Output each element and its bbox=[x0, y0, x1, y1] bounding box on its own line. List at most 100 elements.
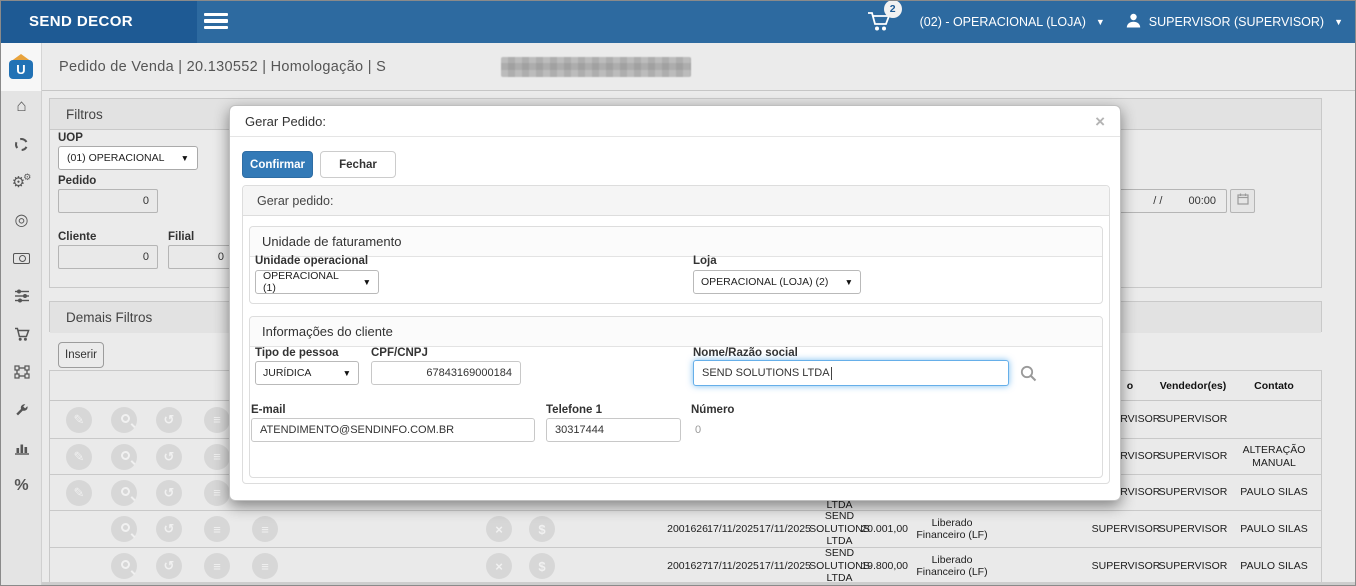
search-icon[interactable] bbox=[111, 516, 137, 542]
menu-icon[interactable]: ≡ bbox=[204, 553, 230, 579]
pencil-icon[interactable]: ✎ bbox=[66, 480, 92, 506]
history-icon[interactable]: ↺ bbox=[156, 407, 182, 433]
menu-icon[interactable]: ≡ bbox=[204, 407, 230, 433]
search-icon[interactable] bbox=[111, 480, 137, 506]
text-cursor bbox=[831, 367, 832, 380]
wrench-icon[interactable] bbox=[1, 398, 42, 422]
menu-icon[interactable]: ≡ bbox=[252, 516, 278, 542]
nome-razao-social-label: Nome/Razão social bbox=[693, 347, 798, 359]
email-input[interactable]: ATENDIMENTO@SENDINFO.COM.BR bbox=[251, 418, 535, 442]
chevron-down-icon: ▼ bbox=[333, 368, 351, 378]
unidade-operacional-label: Unidade operacional bbox=[255, 255, 368, 267]
chevron-down-icon: ▼ bbox=[353, 277, 371, 287]
cart-icon[interactable] bbox=[1, 322, 42, 346]
menu-icon[interactable]: ≡ bbox=[204, 480, 230, 506]
dollar-icon[interactable]: $ bbox=[529, 516, 555, 542]
horizontal-scrollbar[interactable] bbox=[42, 582, 1356, 586]
cliente-input[interactable]: 0 bbox=[58, 245, 158, 269]
pedido-input-value: 0 bbox=[143, 195, 149, 207]
history-icon[interactable]: ↺ bbox=[156, 516, 182, 542]
search-icon[interactable] bbox=[111, 444, 137, 470]
x-icon[interactable]: × bbox=[486, 553, 512, 579]
col-header-contato: Contato bbox=[1240, 371, 1308, 401]
numero-label: Número bbox=[691, 404, 734, 416]
pencil-icon[interactable]: ✎ bbox=[66, 407, 92, 433]
hamburger-icon[interactable] bbox=[204, 13, 228, 31]
cell-data_emissao: 17/11/2025 bbox=[707, 548, 759, 584]
tipo-pessoa-select[interactable]: JURÍDICA ▼ bbox=[255, 361, 359, 385]
filial-input-value: 0 bbox=[218, 251, 224, 263]
search-icon[interactable] bbox=[1019, 364, 1038, 388]
calendar-icon bbox=[1237, 192, 1249, 210]
cell-contato: ALTERAÇÃO MANUAL bbox=[1240, 439, 1308, 474]
unidade-operacional-select[interactable]: OPERACIONAL (1) ▼ bbox=[255, 270, 379, 294]
logo-icon: U bbox=[8, 54, 34, 80]
loja-select[interactable]: OPERACIONAL (LOJA) (2) ▼ bbox=[693, 270, 861, 294]
cell-situacao: Liberado Financeiro (LF) bbox=[908, 511, 996, 547]
pencil-icon[interactable]: ✎ bbox=[66, 444, 92, 470]
cart-button[interactable]: 2 bbox=[866, 9, 900, 36]
user-menu-label: SUPERVISOR (SUPERVISOR) bbox=[1149, 15, 1324, 29]
gerar-pedido-panel: Gerar pedido: Unidade de faturamento Uni… bbox=[242, 185, 1110, 484]
money-icon[interactable] bbox=[1, 246, 42, 270]
cell-pedido: 2001626 bbox=[642, 511, 708, 547]
chevron-down-icon: ▼ bbox=[1096, 17, 1105, 27]
user-menu-dropdown[interactable]: SUPERVISOR (SUPERVISOR) ▼ bbox=[1125, 12, 1343, 32]
close-icon[interactable]: × bbox=[1095, 113, 1105, 130]
sliders-icon[interactable] bbox=[1, 284, 42, 308]
target-icon[interactable]: ◎ bbox=[1, 208, 42, 232]
loja-value: OPERACIONAL (LOJA) (2) bbox=[701, 276, 828, 288]
percent-icon[interactable]: % bbox=[1, 474, 42, 498]
cell-situacao: Liberado Financeiro (LF) bbox=[908, 548, 996, 584]
date-value: / / bbox=[1153, 195, 1162, 207]
cpf-cnpj-input[interactable]: 67843169000184 bbox=[371, 361, 521, 385]
app-logo[interactable]: U bbox=[1, 43, 42, 91]
box-icon[interactable] bbox=[1, 360, 42, 384]
confirmar-button[interactable]: Confirmar bbox=[242, 151, 313, 178]
x-icon[interactable]: × bbox=[486, 516, 512, 542]
cpf-cnpj-label: CPF/CNPJ bbox=[371, 347, 428, 359]
dollar-icon[interactable]: $ bbox=[529, 553, 555, 579]
unidade-faturamento-title: Unidade de faturamento bbox=[250, 227, 1102, 257]
gerar-pedido-panel-title: Gerar pedido: bbox=[243, 186, 1109, 216]
chevron-down-icon: ▼ bbox=[173, 153, 189, 163]
menu-icon[interactable]: ≡ bbox=[204, 444, 230, 470]
search-icon[interactable] bbox=[111, 407, 137, 433]
cell-usuario: SUPERVISOR bbox=[1098, 511, 1154, 547]
modal-header: Gerar Pedido: × bbox=[230, 106, 1120, 137]
numero-value: 0 bbox=[695, 424, 701, 436]
sidebar: ⌂ ⚙⚙ ◎% bbox=[1, 91, 42, 586]
cell-valor: 19.800,00 bbox=[850, 548, 908, 584]
history-icon[interactable]: ↺ bbox=[156, 553, 182, 579]
unit-selector-dropdown[interactable]: (02) - OPERACIONAL (LOJA) ▼ bbox=[920, 15, 1105, 29]
menu-icon[interactable]: ≡ bbox=[204, 516, 230, 542]
calendar-button[interactable] bbox=[1230, 189, 1255, 213]
cliente-label: Cliente bbox=[58, 231, 96, 243]
email-label: E-mail bbox=[251, 404, 286, 416]
cell-contato bbox=[1240, 401, 1308, 438]
table-row: ↺≡≡×$200162717/11/202517/11/2025SEND SOL… bbox=[50, 547, 1321, 584]
nome-razao-social-input[interactable]: SEND SOLUTIONS LTDA bbox=[693, 360, 1009, 386]
cell-contato: PAULO SILAS bbox=[1240, 548, 1308, 584]
pedido-input[interactable]: 0 bbox=[58, 189, 158, 213]
telefone1-input[interactable]: 30317444 bbox=[546, 418, 681, 442]
spinner-icon[interactable] bbox=[1, 132, 42, 156]
inserir-button[interactable]: Inserir bbox=[58, 342, 104, 368]
modal-title: Gerar Pedido: bbox=[245, 114, 326, 129]
chart-icon[interactable] bbox=[1, 436, 42, 460]
gears-icon[interactable]: ⚙⚙ bbox=[1, 170, 42, 194]
history-icon[interactable]: ↺ bbox=[156, 444, 182, 470]
app-brand[interactable]: SEND DECOR bbox=[1, 1, 197, 43]
home-icon[interactable]: ⌂ bbox=[1, 94, 42, 118]
uop-select-value: (01) OPERACIONAL bbox=[67, 152, 164, 164]
cpf-cnpj-value: 67843169000184 bbox=[426, 367, 512, 379]
search-icon[interactable] bbox=[111, 553, 137, 579]
fechar-button[interactable]: Fechar bbox=[320, 151, 396, 178]
history-icon[interactable]: ↺ bbox=[156, 480, 182, 506]
pedido-label: Pedido bbox=[58, 175, 96, 187]
menu-icon[interactable]: ≡ bbox=[252, 553, 278, 579]
cell-data_emissao: 17/11/2025 bbox=[707, 511, 759, 547]
uop-select[interactable]: (01) OPERACIONAL ▼ bbox=[58, 146, 198, 170]
col-header-vendedores: Vendedor(es) bbox=[1165, 371, 1221, 401]
app-window: SEND DECOR 2 (02) - OPERACIONAL (LOJA) ▼… bbox=[0, 0, 1356, 586]
